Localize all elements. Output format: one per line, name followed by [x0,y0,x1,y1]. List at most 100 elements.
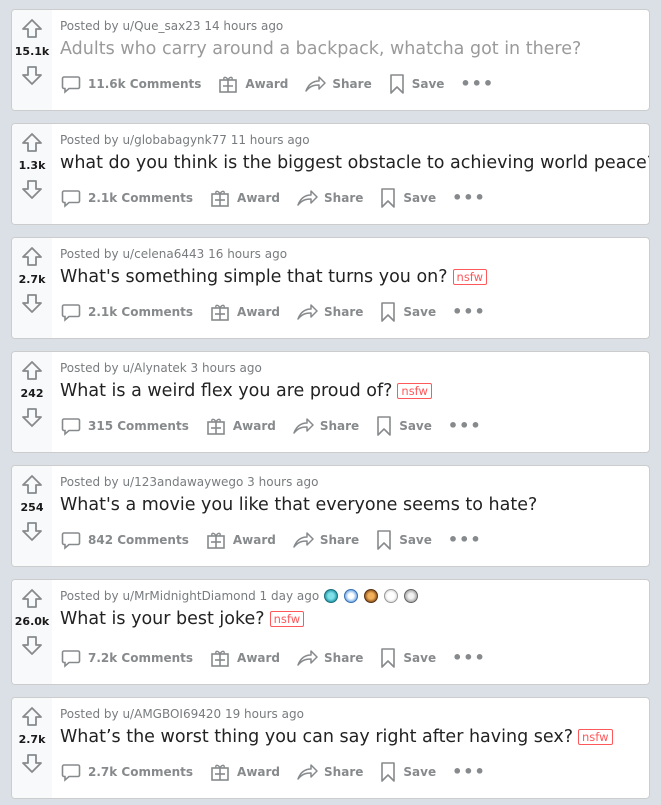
post-title[interactable]: what do you think is the biggest obstacl… [60,152,649,174]
award-button[interactable]: Award [205,529,276,551]
post-card[interactable]: 15.1k Posted by u/Que_sax23 14 hours ago… [11,9,650,111]
share-arrow-icon [297,190,318,206]
post-title[interactable]: What's a movie you like that everyone se… [60,494,537,516]
upvote-icon[interactable] [20,359,44,383]
gift-icon [207,532,225,549]
bookmark-icon [381,302,396,322]
share-button[interactable]: Share [292,529,359,551]
downvote-icon[interactable] [20,291,44,315]
gift-icon [211,304,229,321]
comment-icon [61,304,81,322]
downvote-icon[interactable] [20,177,44,201]
save-button[interactable]: Save [379,761,436,783]
post-actions: 7.2k Comments Award Share Save ••• [60,646,641,670]
share-button[interactable]: Share [292,415,359,437]
more-options-icon[interactable]: ••• [452,304,486,320]
save-button[interactable]: Save [388,73,444,95]
comments-button[interactable]: 2.7k Comments [60,761,193,783]
gift-icon [211,764,229,781]
post-title[interactable]: What’s the worst thing you can say right… [60,726,573,748]
post-title[interactable]: What's something simple that turns you o… [60,266,448,288]
award-button[interactable]: Award [209,761,280,783]
post-author-time[interactable]: Posted by u/Alynatek 3 hours ago [60,360,262,376]
upvote-icon[interactable] [20,705,44,729]
post-card[interactable]: 2.7k Posted by u/AMGBOI69420 19 hours ag… [11,697,650,799]
vote-column: 26.0k [12,580,52,684]
post-title[interactable]: What is a weird flex you are proud of? [60,380,392,402]
award-button[interactable]: Award [209,647,280,669]
post-author-time[interactable]: Posted by u/celena6443 16 hours ago [60,246,287,262]
award-button[interactable]: Award [217,73,288,95]
vote-column: 2.7k [12,698,52,798]
post-card[interactable]: 242 Posted by u/Alynatek 3 hours ago Wha… [11,351,650,453]
save-button[interactable]: Save [375,529,432,551]
post-author-time[interactable]: Posted by u/globabagynk77 11 hours ago [60,132,310,148]
vote-score: 2.7k [18,273,46,286]
save-button[interactable]: Save [379,187,436,209]
more-options-icon[interactable]: ••• [460,76,494,92]
post-card[interactable]: 1.3k Posted by u/globabagynk77 11 hours … [11,123,650,225]
upvote-icon[interactable] [20,17,44,41]
award-button[interactable]: Award [209,301,280,323]
share-button[interactable]: Share [304,73,372,95]
share-arrow-icon [305,76,327,92]
post-meta: Posted by u/AMGBOI69420 19 hours ago [60,706,641,722]
more-options-icon[interactable]: ••• [448,532,482,548]
vote-score: 254 [20,501,44,514]
wholesome-award-icon [384,589,399,603]
post-title[interactable]: Adults who carry around a backpack, what… [60,38,581,60]
share-button[interactable]: Share [296,187,363,209]
comments-button[interactable]: 2.1k Comments [60,187,193,209]
post-actions: 315 Comments Award Share Save ••• [60,414,641,438]
upvote-icon[interactable] [20,587,44,611]
silver-award-icon [404,589,419,603]
downvote-icon[interactable] [20,633,44,657]
save-button[interactable]: Save [375,415,432,437]
more-options-icon[interactable]: ••• [452,650,486,666]
post-card[interactable]: 254 Posted by u/123andawaywego 3 hours a… [11,465,650,567]
comments-button[interactable]: 842 Comments [60,529,189,551]
save-button[interactable]: Save [379,301,436,323]
more-options-icon[interactable]: ••• [452,764,486,780]
vote-score: 1.3k [18,159,46,172]
post-card[interactable]: 26.0k Posted by u/MrMidnightDiamond 1 da… [11,579,650,685]
gift-icon [207,418,225,435]
comments-button[interactable]: 2.1k Comments [60,301,193,323]
upvote-icon[interactable] [20,245,44,269]
save-button[interactable]: Save [379,647,436,669]
post-author-time[interactable]: Posted by u/MrMidnightDiamond 1 day ago [60,588,319,604]
comment-icon [61,418,81,436]
post-title[interactable]: What is your best joke? [60,608,265,630]
awards-list[interactable] [324,589,419,603]
share-arrow-icon [297,650,318,666]
share-button[interactable]: Share [296,301,363,323]
downvote-icon[interactable] [20,751,44,775]
share-button[interactable]: Share [296,761,363,783]
award-button[interactable]: Award [205,415,276,437]
post-author-time[interactable]: Posted by u/123andawaywego 3 hours ago [60,474,319,490]
upvote-icon[interactable] [20,473,44,497]
comment-icon [61,532,81,550]
post-meta: Posted by u/Que_sax23 14 hours ago [60,18,641,34]
upvote-icon[interactable] [20,131,44,155]
vote-column: 1.3k [12,124,52,224]
downvote-icon[interactable] [20,63,44,87]
comments-button[interactable]: 11.6k Comments [60,73,201,95]
downvote-icon[interactable] [20,519,44,543]
more-options-icon[interactable]: ••• [452,190,486,206]
post-author-time[interactable]: Posted by u/AMGBOI69420 19 hours ago [60,706,304,722]
comments-button[interactable]: 315 Comments [60,415,189,437]
post-author-time[interactable]: Posted by u/Que_sax23 14 hours ago [60,18,283,34]
award-button[interactable]: Award [209,187,280,209]
more-options-icon[interactable]: ••• [448,418,482,434]
downvote-icon[interactable] [20,405,44,429]
vote-column: 254 [12,466,52,566]
nsfw-badge: nsfw [452,269,488,285]
post-actions: 2.7k Comments Award Share Save ••• [60,760,641,784]
post-feed: 15.1k Posted by u/Que_sax23 14 hours ago… [0,0,661,805]
vote-column: 2.7k [12,238,52,338]
comments-button[interactable]: 7.2k Comments [60,647,193,669]
post-card[interactable]: 2.7k Posted by u/celena6443 16 hours ago… [11,237,650,339]
share-button[interactable]: Share [296,647,363,669]
nsfw-badge: nsfw [397,383,432,399]
